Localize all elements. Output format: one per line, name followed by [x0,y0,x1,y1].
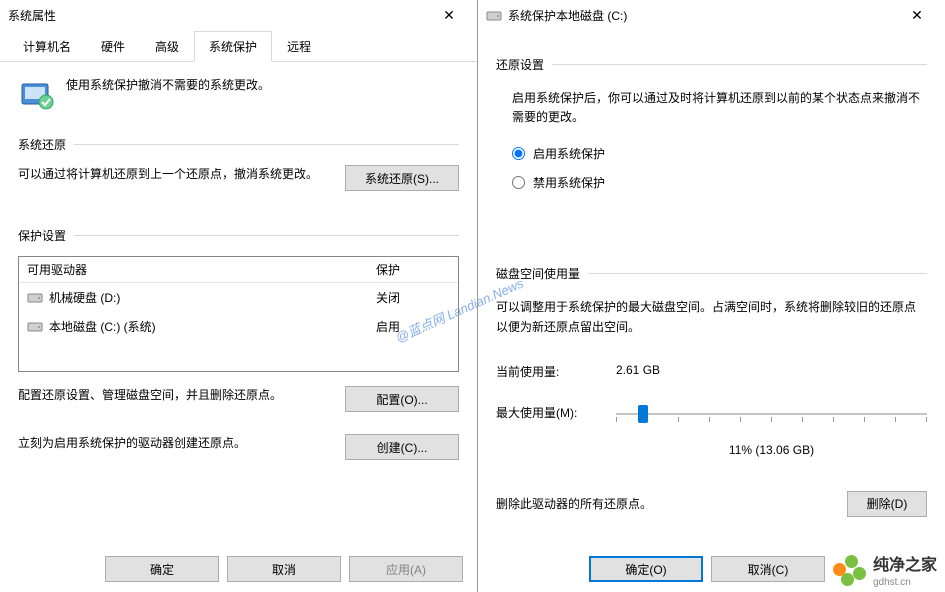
section-restore-settings-title: 还原设置 [496,56,544,73]
logo-subtext: gdhst.cn [873,577,937,588]
brand-logo: 纯净之家 gdhst.cn [833,551,937,588]
col-protect-header[interactable]: 保护 [368,257,458,282]
ok-button[interactable]: 确定(O) [589,556,703,582]
radio-group: 启用系统保护 禁用系统保护 [496,131,927,205]
drive-icon [486,9,502,22]
radio-enable-protection[interactable]: 启用系统保护 [512,139,927,168]
slider-ticks [616,417,927,423]
config-desc: 配置还原设置、管理磁盘空间，并且删除还原点。 [18,386,333,405]
radio-label: 启用系统保护 [533,145,605,162]
ok-button[interactable]: 确定 [105,556,219,582]
radio-input[interactable] [512,176,525,189]
configure-button[interactable]: 配置(O)... [345,386,459,412]
section-restore-title: 系统还原 [18,136,66,153]
drive-icon [27,320,43,333]
section-settings-title: 保护设置 [18,227,66,244]
divider [74,144,459,145]
tab-advanced[interactable]: 高级 [140,31,194,62]
titlebar-left: 系统属性 ✕ [0,0,477,30]
create-button[interactable]: 创建(C)... [345,434,459,460]
current-usage-label: 当前使用量: [496,363,616,380]
slider-value-text: 11% (13.06 GB) [616,443,927,457]
cancel-button[interactable]: 取消 [227,556,341,582]
col-drive-header[interactable]: 可用驱动器 [19,257,368,282]
drive-status: 关闭 [368,285,458,310]
slider-thumb[interactable] [638,405,648,423]
max-usage-slider[interactable] [616,399,927,439]
disk-usage-desc: 可以调整用于系统保护的最大磁盘空间。占满空间时，系统将删除较旧的还原点以便为新还… [496,294,927,340]
divider [74,235,459,236]
shield-icon [18,76,54,112]
radio-input[interactable] [512,147,525,160]
close-icon[interactable]: ✕ [897,1,937,29]
tab-strip: 计算机名 硬件 高级 系统保护 远程 [0,30,477,62]
divider [588,273,927,274]
restore-desc: 可以通过将计算机还原到上一个还原点，撤消系统更改。 [18,165,333,184]
tab-content: 使用系统保护撤消不需要的系统更改。 系统还原 可以通过将计算机还原到上一个还原点… [0,62,477,490]
drive-status: 启用 [368,314,458,339]
create-desc: 立刻为启用系统保护的驱动器创建还原点。 [18,434,333,453]
drive-icon [27,291,43,304]
logo-dots-icon [833,555,869,585]
drive-name: 本地磁盘 (C:) (系统) [49,318,156,335]
system-protection-drive-window: 系统保护本地磁盘 (C:) ✕ 还原设置 启用系统保护后，你可以通过及时将计算机… [478,0,945,592]
system-properties-window: 系统属性 ✕ 计算机名 硬件 高级 系统保护 远程 使用系统保护撤消不需要的系统… [0,0,478,592]
section-disk-usage-title: 磁盘空间使用量 [496,265,580,282]
radio-label: 禁用系统保护 [533,174,605,191]
cancel-button[interactable]: 取消(C) [711,556,825,582]
intro-text: 使用系统保护撤消不需要的系统更改。 [66,76,270,93]
table-row[interactable]: 机械硬盘 (D:) 关闭 [19,283,458,312]
max-usage-label: 最大使用量(M): [496,404,616,421]
close-icon[interactable]: ✕ [429,1,469,29]
restore-settings-desc: 启用系统保护后，你可以通过及时将计算机还原到以前的某个状态点来撤消不需要的更改。 [496,85,927,131]
drive-table: 可用驱动器 保护 机械硬盘 (D:) 关闭 本地磁盘 (C:) (系统) [18,256,459,372]
window-title: 系统保护本地磁盘 (C:) [508,7,897,24]
tab-hardware[interactable]: 硬件 [86,31,140,62]
delete-button[interactable]: 删除(D) [847,491,927,517]
apply-button: 应用(A) [349,556,463,582]
dialog-buttons: 确定(O) 取消(C) [589,556,825,582]
drive-name: 机械硬盘 (D:) [49,289,120,306]
titlebar-right: 系统保护本地磁盘 (C:) ✕ [478,0,945,30]
window-title: 系统属性 [8,7,429,24]
delete-desc: 删除此驱动器的所有还原点。 [496,495,847,512]
divider [552,64,927,65]
radio-disable-protection[interactable]: 禁用系统保护 [512,168,927,197]
tab-remote[interactable]: 远程 [272,31,326,62]
tab-computer-name[interactable]: 计算机名 [8,31,86,62]
right-content: 还原设置 启用系统保护后，你可以通过及时将计算机还原到以前的某个状态点来撤消不需… [478,30,945,529]
tab-system-protection[interactable]: 系统保护 [194,31,272,62]
slider-track [616,413,927,415]
dialog-buttons: 确定 取消 应用(A) [105,556,463,582]
system-restore-button[interactable]: 系统还原(S)... [345,165,459,191]
table-row[interactable]: 本地磁盘 (C:) (系统) 启用 [19,312,458,341]
logo-text: 纯净之家 [873,551,937,575]
current-usage-value: 2.61 GB [616,363,660,380]
